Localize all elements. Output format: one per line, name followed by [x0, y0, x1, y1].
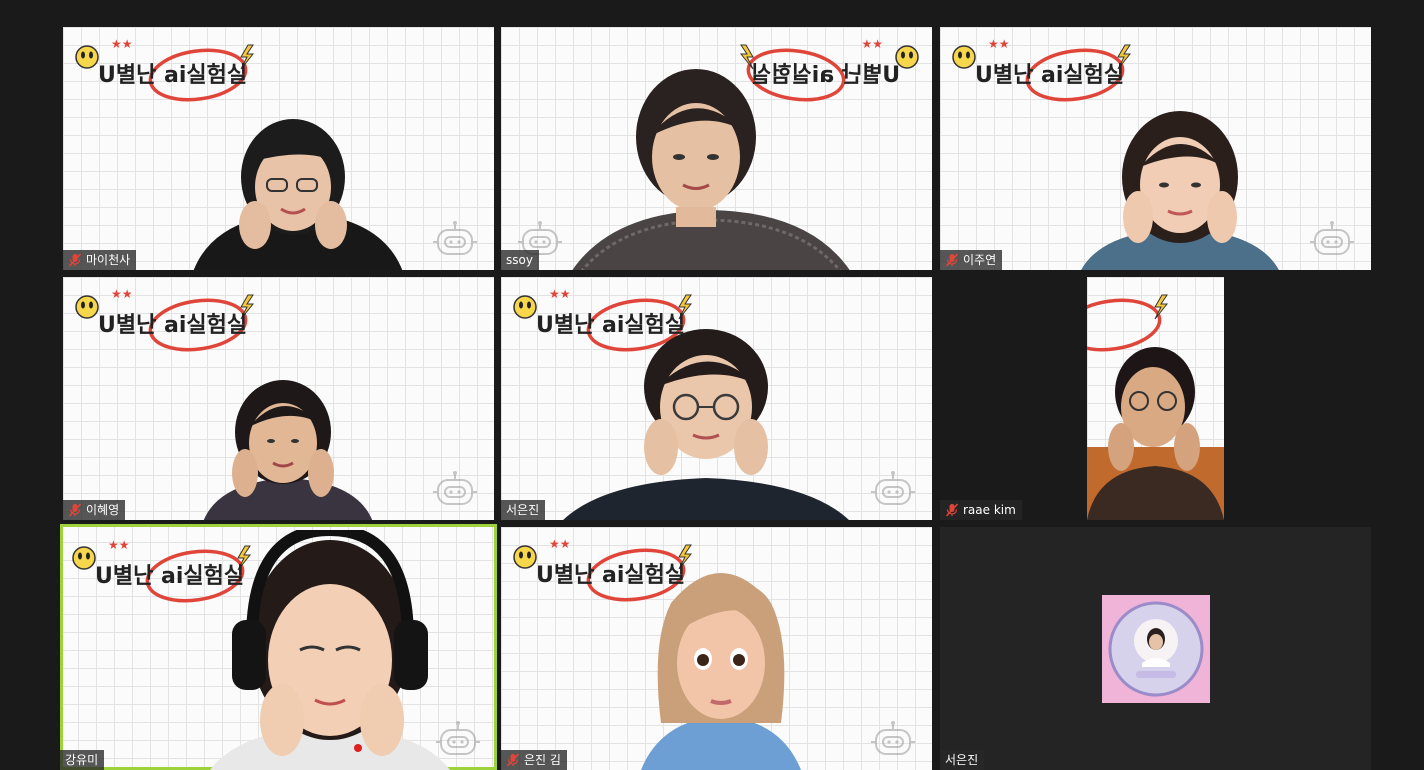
robot-icon — [868, 470, 918, 510]
video-tile-7[interactable]: U별난 ai실험실 강유미 — [60, 524, 497, 770]
participant-name: 은진 김 — [524, 753, 561, 767]
banner-text: U별난 ai실험실 — [98, 313, 248, 338]
participant-name-tag: 강유미 — [60, 750, 105, 770]
participant-name: 서은진 — [506, 503, 540, 517]
robot-icon — [430, 220, 480, 260]
banner-text: U별난 ai실험실 — [98, 63, 248, 88]
participant-name-tag: 서은진 — [940, 750, 985, 770]
participant-video — [572, 69, 850, 270]
video-tile-3[interactable]: U별난 ai실험실 이주연 — [940, 27, 1371, 270]
robot-icon — [430, 470, 480, 510]
mic-muted-icon — [68, 503, 82, 517]
participant-name-tag: 서은진 — [501, 500, 546, 520]
robot-icon — [433, 720, 483, 760]
participant-video — [563, 329, 849, 520]
participant-video — [210, 530, 450, 770]
participant-name: 마이천사 — [86, 253, 131, 267]
participant-name: raae kim — [963, 503, 1016, 517]
participant-name-tag: ssoy — [501, 250, 539, 270]
participant-video — [193, 119, 403, 270]
participant-name: 이주연 — [963, 253, 997, 267]
video-tile-5[interactable]: U별난 ai실험실 서은진 — [501, 277, 932, 520]
video-tile-2[interactable]: U별난 ai실험실 ssoy — [501, 27, 932, 270]
participant-name: ssoy — [506, 253, 533, 267]
participant-name: 강유미 — [65, 753, 99, 767]
mic-muted-icon — [945, 503, 959, 517]
video-tile-9[interactable]: 서은진 — [940, 527, 1371, 770]
profile-picture — [1101, 594, 1210, 703]
banner-text: U별난 ai실험실 — [975, 63, 1125, 88]
portrait-video — [1087, 277, 1224, 520]
video-tile-4[interactable]: U별난 ai실험실 이혜영 — [63, 277, 494, 520]
mic-muted-icon — [506, 753, 520, 767]
participant-name: 이혜영 — [86, 503, 120, 517]
video-tile-8[interactable]: U별난 ai실험실 은진 김 — [501, 527, 932, 770]
mic-muted-icon — [68, 253, 82, 267]
video-tile-1[interactable]: U별난 ai실험실 마이천사 — [63, 27, 494, 270]
mic-muted-icon — [945, 253, 959, 267]
participant-name-tag: raae kim — [940, 500, 1022, 520]
participant-video — [203, 380, 373, 520]
participant-video — [1081, 111, 1279, 270]
robot-icon — [1307, 220, 1357, 260]
participant-name-tag: 은진 김 — [501, 750, 567, 770]
participant-name: 서은진 — [945, 753, 979, 767]
participant-video — [1087, 347, 1224, 520]
participant-name-tag: 마이천사 — [63, 250, 137, 270]
avatar-3d — [641, 573, 801, 770]
robot-icon — [868, 720, 918, 760]
participant-name-tag: 이혜영 — [63, 500, 126, 520]
participant-name-tag: 이주연 — [940, 250, 1003, 270]
profile-avatar-icon — [1108, 601, 1203, 696]
